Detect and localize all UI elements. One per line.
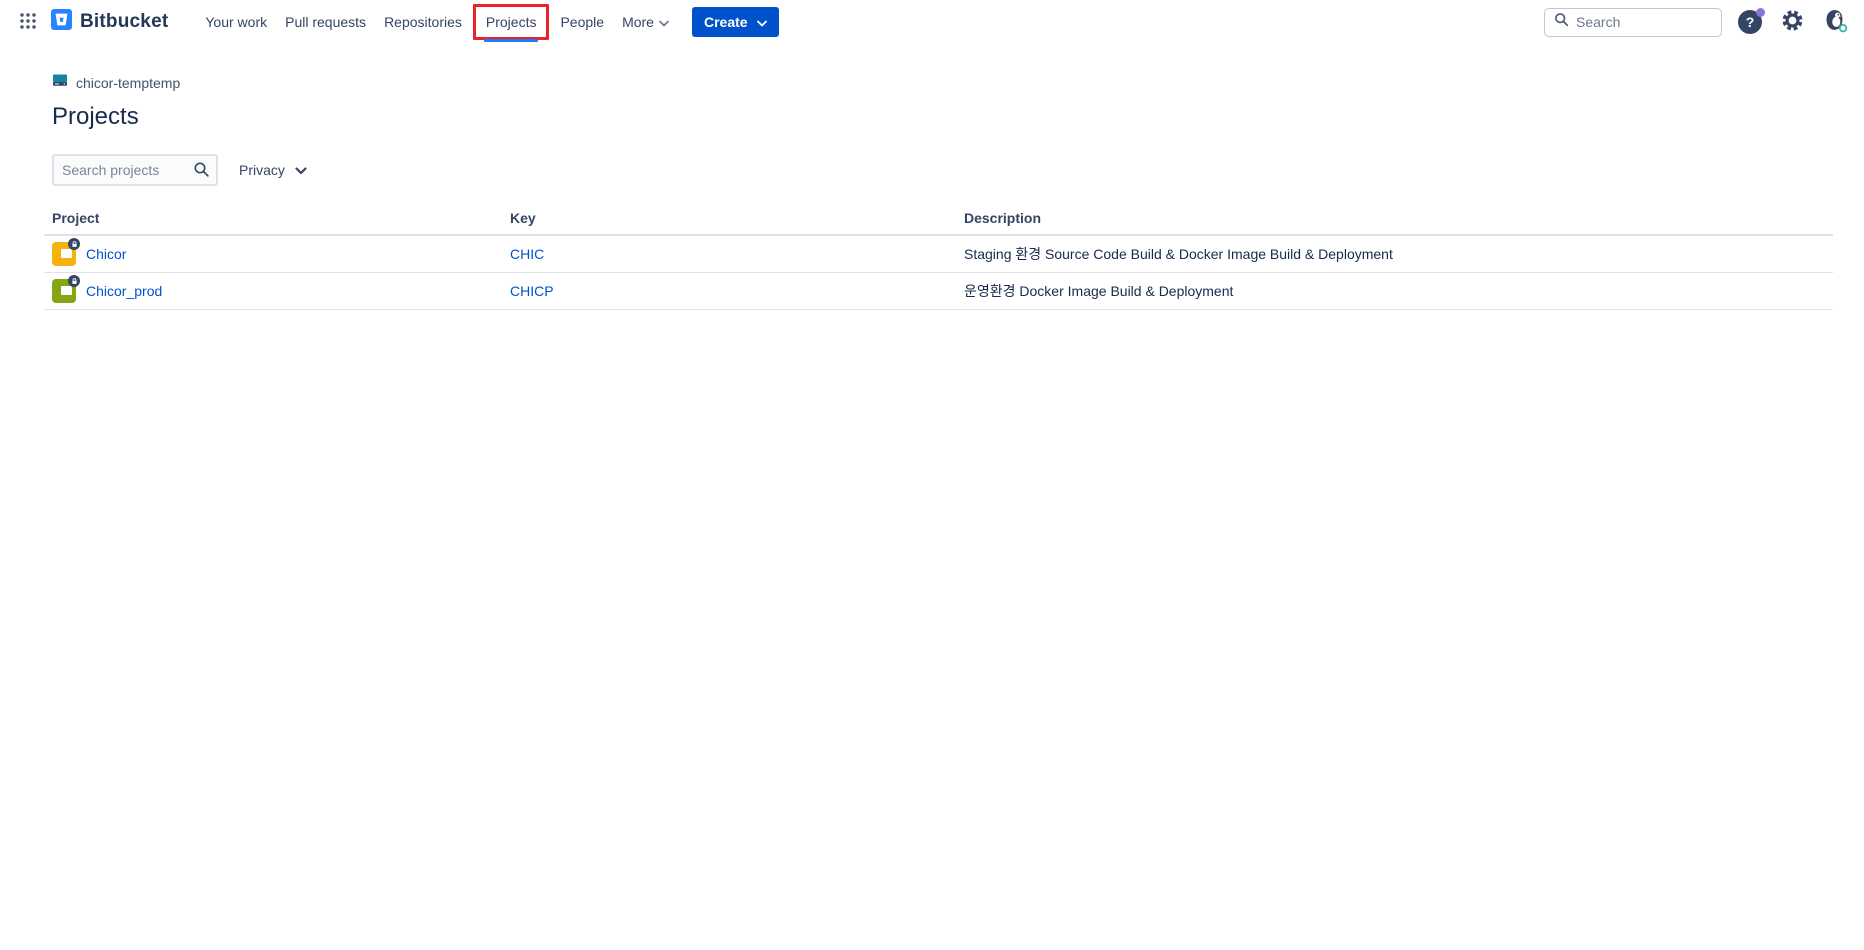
nav-item-more[interactable]: More [613,4,678,40]
project-description: Staging 환경 Source Code Build & Docker Im… [964,246,1393,262]
create-button-label: Create [704,14,748,30]
table-row: Chicor_prod CHICP 운영환경 Docker Image Buil… [44,273,1833,310]
filter-row: Privacy [52,154,1833,186]
settings-button[interactable] [1778,8,1806,36]
notification-dot [1756,8,1765,17]
nav-item-projects[interactable]: Projects [473,4,550,40]
bitbucket-logo-icon [51,9,72,35]
create-button[interactable]: Create [692,7,779,37]
project-avatar [52,242,76,266]
help-button[interactable]: ? [1736,8,1764,36]
chevron-down-icon [295,162,307,178]
privacy-filter-label: Privacy [239,162,285,178]
nav-item-projects-label: Projects [486,14,537,30]
nav-item-your-work[interactable]: Your work [196,4,276,40]
app-switcher-button[interactable] [15,9,41,35]
search-icon [193,161,210,183]
table-row: Chicor CHIC Staging 환경 Source Code Build… [44,235,1833,273]
nav-item-people[interactable]: People [551,4,613,40]
nav-item-more-label: More [622,14,654,30]
primary-nav: Your work Pull requests Repositories Pro… [196,0,678,44]
grid-icon [17,10,39,35]
project-description: 운영환경 Docker Image Build & Deployment [964,283,1233,299]
project-server-icon [52,72,68,93]
chevron-down-icon [757,14,767,30]
breadcrumb-project-link[interactable]: chicor-temptemp [76,75,180,91]
page-title: Projects [52,103,1833,131]
privacy-filter-dropdown[interactable]: Privacy [239,162,307,178]
project-avatar [52,279,76,303]
nav-item-pull-requests[interactable]: Pull requests [276,4,375,40]
active-tab-underline [484,39,539,42]
chevron-down-icon [659,14,669,30]
search-icon [1554,12,1569,32]
breadcrumb: chicor-temptemp [44,72,1833,93]
lock-icon [68,275,80,287]
project-name-link[interactable]: Chicor_prod [86,283,162,299]
product-wordmark: Bitbucket [80,11,168,33]
nav-item-repositories[interactable]: Repositories [375,4,471,40]
table-header-row: Project Key Description [44,202,1833,235]
lock-icon [68,238,80,250]
project-key-link[interactable]: CHICP [510,283,554,299]
project-key-link[interactable]: CHIC [510,246,544,262]
topbar-right-cluster: ? [1544,8,1848,37]
project-name-link[interactable]: Chicor [86,246,126,262]
bitbucket-home-link[interactable]: Bitbucket [51,9,168,35]
user-avatar [1821,7,1848,37]
top-nav-bar: Bitbucket Your work Pull requests Reposi… [0,0,1864,44]
profile-avatar-button[interactable] [1820,8,1848,36]
projects-page: chicor-temptemp Projects Privacy Project… [0,44,1864,310]
project-search-box [52,154,218,186]
global-search-box[interactable] [1544,8,1722,37]
gear-icon [1781,9,1804,35]
column-header-key: Key [502,202,956,235]
global-search-input[interactable] [1576,14,1712,30]
projects-table: Project Key Description Chicor [44,202,1833,310]
column-header-project: Project [44,202,502,235]
column-header-description: Description [956,202,1833,235]
